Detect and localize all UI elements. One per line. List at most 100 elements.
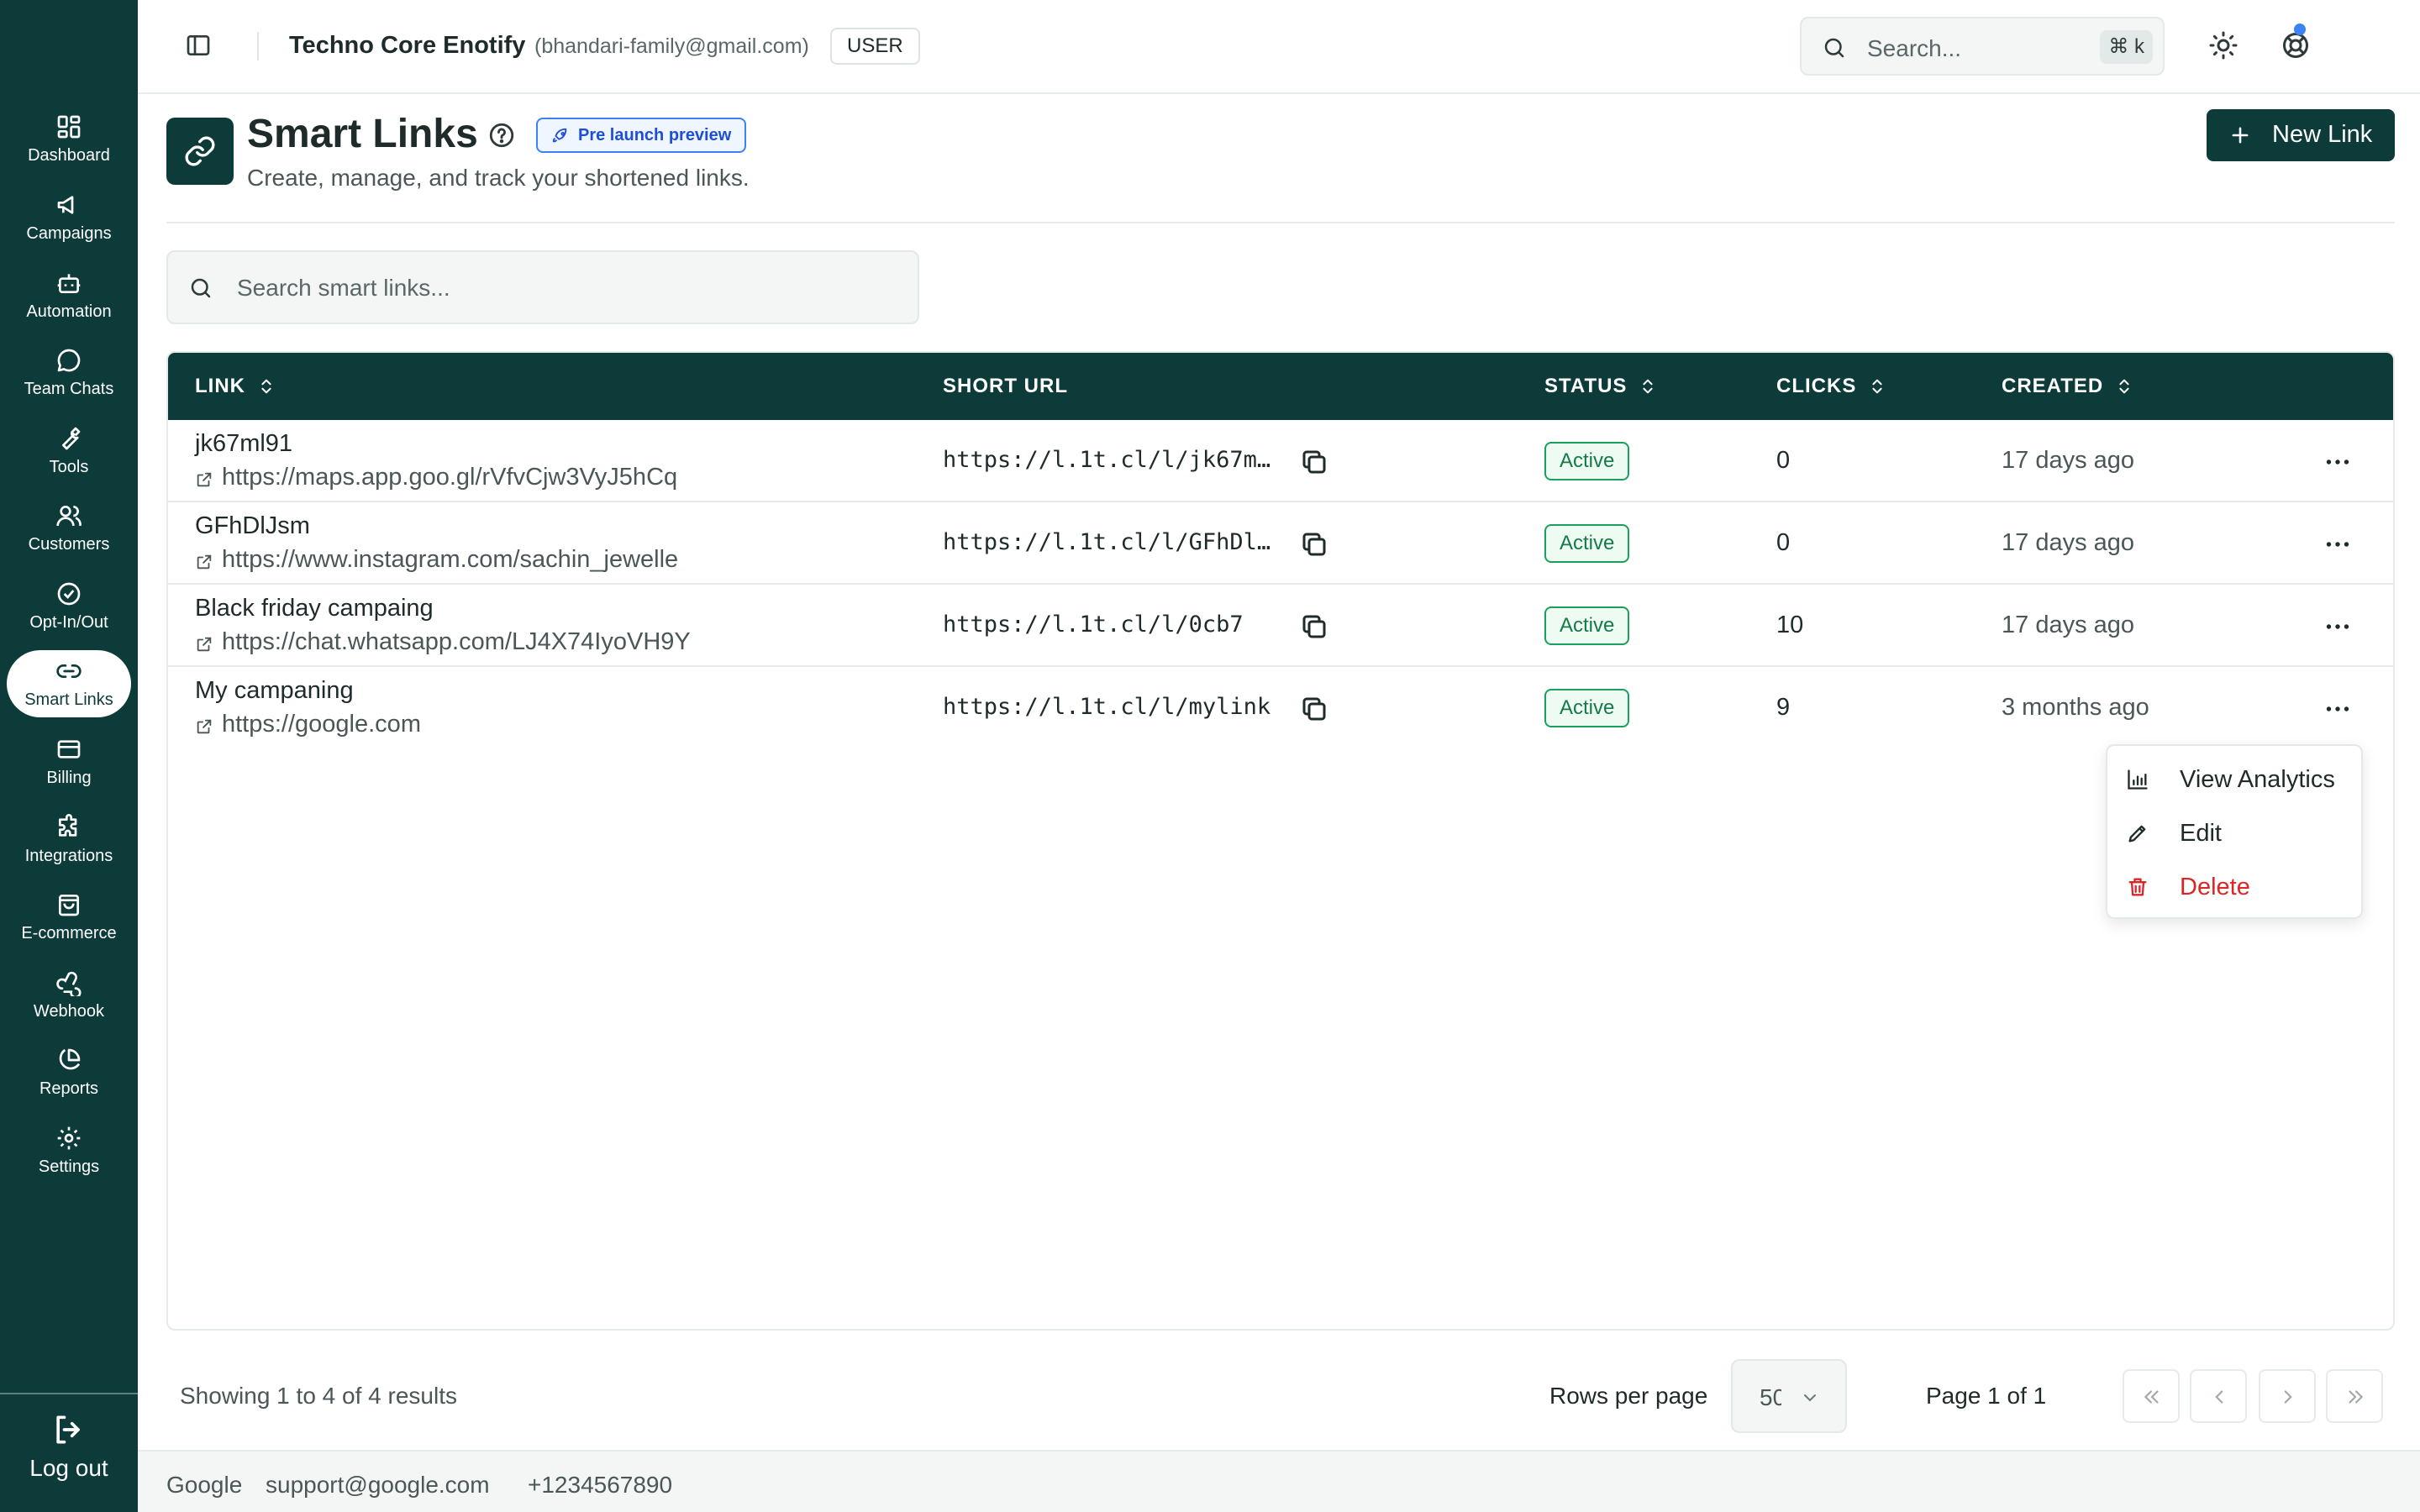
last-page-button[interactable] [2326, 1369, 2383, 1423]
sidebar-divider [0, 1393, 138, 1394]
delete-menu-item[interactable]: Delete [2107, 864, 2361, 911]
copy-icon[interactable] [1299, 694, 1329, 724]
sidebar-item-opt-in-out[interactable]: Opt-In/Out [7, 573, 131, 640]
link-destination-url: https://chat.whatsapp.com/LJ4X74IyoVH9Y [222, 628, 691, 655]
external-link-icon [197, 719, 212, 734]
sidebar-item-campaigns[interactable]: Campaigns [7, 184, 131, 251]
logout-button[interactable]: Log out [0, 1411, 138, 1482]
sort-icon [2119, 379, 2129, 394]
sidebar-item-e-commerce[interactable]: E-commerce [7, 884, 131, 951]
first-page-button[interactable] [2123, 1369, 2180, 1423]
link-name: Black friday campaing [195, 595, 434, 622]
column-header-status[interactable]: STATUS [1544, 375, 1657, 398]
more-horizontal-icon[interactable] [2323, 447, 2353, 477]
sidebar-item-integrations[interactable]: Integrations [7, 806, 131, 874]
table-row[interactable]: Black friday campaing https://chat.whats… [168, 585, 2393, 667]
column-header-clicks[interactable]: CLICKS [1776, 375, 1886, 398]
column-header-created-label: CREATED [2002, 375, 2104, 397]
sidebar-item-settings[interactable]: Settings [7, 1117, 131, 1184]
copy-icon[interactable] [1299, 529, 1329, 559]
column-header-short-url: SHORT URL [943, 375, 1068, 398]
sidebar-item-label: Smart Links [24, 690, 113, 709]
edit-label: Edit [2180, 820, 2222, 847]
sort-icon [1643, 379, 1654, 394]
results-summary: Showing 1 to 4 of 4 results [180, 1383, 457, 1409]
theme-toggle-sun-icon[interactable] [2208, 30, 2238, 60]
webhook-icon [56, 971, 82, 996]
created-date: 17 days ago [2002, 612, 2135, 638]
users-icon [56, 506, 82, 527]
sidebar-item-label: Settings [38, 1158, 100, 1176]
sidebar-item-smart-links[interactable]: Smart Links [7, 650, 131, 717]
column-header-created[interactable]: CREATED [2002, 375, 2133, 398]
rows-per-page-select[interactable]: 50 [1731, 1359, 1847, 1433]
column-header-short-url-label: SHORT URL [943, 375, 1068, 397]
sidebar-item-label: Customers [28, 535, 110, 554]
sidebar-item-team-chats[interactable]: Team Chats [7, 339, 131, 407]
link-icon [56, 664, 82, 678]
global-search-input[interactable]: Search... ⌘ k [1800, 17, 2165, 76]
sidebar-item-label: Automation [26, 302, 112, 321]
link-destination-url: https://google.com [222, 711, 421, 738]
help-lifebuoy-icon[interactable] [2281, 30, 2311, 60]
column-header-link-label: LINK [195, 375, 245, 397]
previous-page-button[interactable] [2190, 1369, 2247, 1423]
footer-support-email[interactable]: support@google.com [266, 1472, 490, 1499]
chevron-down-icon [1804, 1394, 1816, 1402]
more-horizontal-icon[interactable] [2323, 612, 2353, 642]
smart-links-search-input[interactable]: Search smart links... [166, 250, 919, 324]
next-page-button[interactable] [2259, 1369, 2316, 1423]
more-horizontal-icon[interactable] [2323, 694, 2353, 724]
sidebar-item-billing[interactable]: Billing [7, 728, 131, 795]
smart-links-table: LINK SHORT URL STATUS CLICKS CREATED jk6… [166, 351, 2395, 1331]
link-destination-url: https://www.instagram.com/sachin_jewelle [222, 546, 679, 573]
more-horizontal-icon[interactable] [2323, 529, 2353, 559]
sidebar-item-label: Billing [46, 769, 92, 787]
help-circle-icon[interactable] [487, 121, 516, 150]
plus-icon [2232, 127, 2249, 144]
copy-icon[interactable] [1299, 447, 1329, 477]
org-email: (bhandari-family@gmail.com) [534, 34, 809, 58]
external-link-icon [197, 472, 212, 487]
link-destination[interactable]: https://google.com [195, 711, 702, 741]
smart-links-search-placeholder: Search smart links... [237, 275, 450, 301]
table-row[interactable]: GFhDlJsm https://www.instagram.com/sachi… [168, 502, 2393, 585]
view-analytics-menu-item[interactable]: View Analytics [2107, 756, 2361, 803]
sidebar-item-dashboard[interactable]: Dashboard [7, 106, 131, 173]
edit-menu-item[interactable]: Edit [2107, 810, 2361, 857]
sidebar-item-tools[interactable]: Tools [7, 417, 131, 485]
chat-bubble-icon [57, 349, 81, 372]
new-link-button[interactable]: New Link [2207, 109, 2395, 161]
sidebar-item-reports[interactable]: Reports [7, 1039, 131, 1106]
page-indicator: Page 1 of 1 [1926, 1383, 2047, 1409]
footer-company: Google [166, 1472, 243, 1498]
sidebar: Dashboard Campaigns Automation Team Chat… [0, 0, 138, 1512]
column-header-link[interactable]: LINK [195, 375, 276, 398]
column-header-clicks-label: CLICKS [1776, 375, 1857, 397]
copy-icon[interactable] [1299, 612, 1329, 642]
status-badge: Active [1544, 524, 1630, 563]
link-destination[interactable]: https://maps.app.goo.gl/rVfvCjw3VyJ5hCq [195, 464, 702, 494]
bar-chart-icon [2128, 769, 2148, 790]
table-row[interactable]: My campaning https://google.com https://… [168, 667, 2393, 749]
short-url: https://l.1t.cl/l/mylink [943, 694, 1271, 720]
rocket-icon [552, 128, 567, 143]
chevron-left-icon [2215, 1390, 2223, 1404]
wrench-icon [62, 427, 81, 450]
sidebar-item-customers[interactable]: Customers [7, 495, 131, 562]
search-shortcut: ⌘ k [2100, 30, 2153, 64]
link-destination[interactable]: https://www.instagram.com/sachin_jewelle [195, 546, 702, 576]
trash-icon [2128, 878, 2147, 896]
table-header: LINK SHORT URL STATUS CLICKS CREATED [168, 353, 2393, 420]
short-url: https://l.1t.cl/l/0cb7 [943, 612, 1244, 638]
rows-per-page-label: Rows per page [1549, 1383, 1708, 1409]
link-destination[interactable]: https://chat.whatsapp.com/LJ4X74IyoVH9Y [195, 628, 702, 659]
sidebar-item-webhook[interactable]: Webhook [7, 962, 131, 1029]
table-row[interactable]: jk67ml91 https://maps.app.goo.gl/rVfvCjw… [168, 420, 2393, 502]
clicks-count: 10 [1776, 612, 1804, 638]
sidebar-item-automation[interactable]: Automation [7, 262, 131, 329]
clicks-count: 9 [1776, 694, 1791, 721]
status-badge: Active [1544, 606, 1630, 645]
footer-phone[interactable]: +1234567890 [528, 1472, 672, 1499]
sidebar-toggle-icon[interactable] [185, 32, 212, 59]
